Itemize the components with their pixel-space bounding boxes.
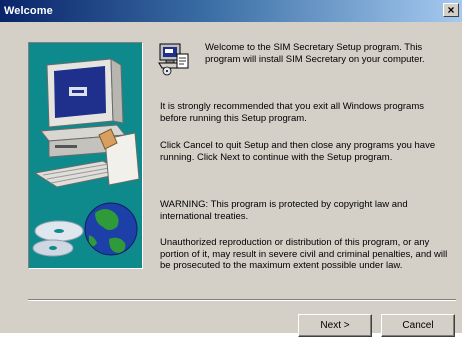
title-bar[interactable]: Welcome ×: [0, 0, 462, 22]
button-separator: [28, 299, 456, 301]
cancel-button[interactable]: Cancel: [381, 314, 455, 337]
window-title: Welcome: [4, 5, 53, 17]
intro-text: Welcome to the SIM Secretary Setup progr…: [205, 42, 425, 65]
paragraph-unauthorized: Unauthorized reproduction or distributio…: [160, 237, 448, 271]
next-button[interactable]: Next >: [298, 314, 372, 337]
paragraph-cancel-or-next: Click Cancel to quit Setup and then clos…: [160, 140, 436, 163]
setup-welcome-dialog: Welcome × Welcome to the SIM Secretary S…: [0, 0, 462, 337]
setup-illustration-panel: [28, 42, 143, 269]
computer-globe-cd-illustration-icon: [29, 43, 142, 268]
paragraph-exit-programs: It is strongly recommended that you exit…: [160, 101, 424, 124]
close-button[interactable]: ×: [443, 3, 459, 17]
setup-computer-icon: [157, 42, 191, 76]
paragraph-warning: WARNING: This program is protected by co…: [160, 199, 408, 222]
